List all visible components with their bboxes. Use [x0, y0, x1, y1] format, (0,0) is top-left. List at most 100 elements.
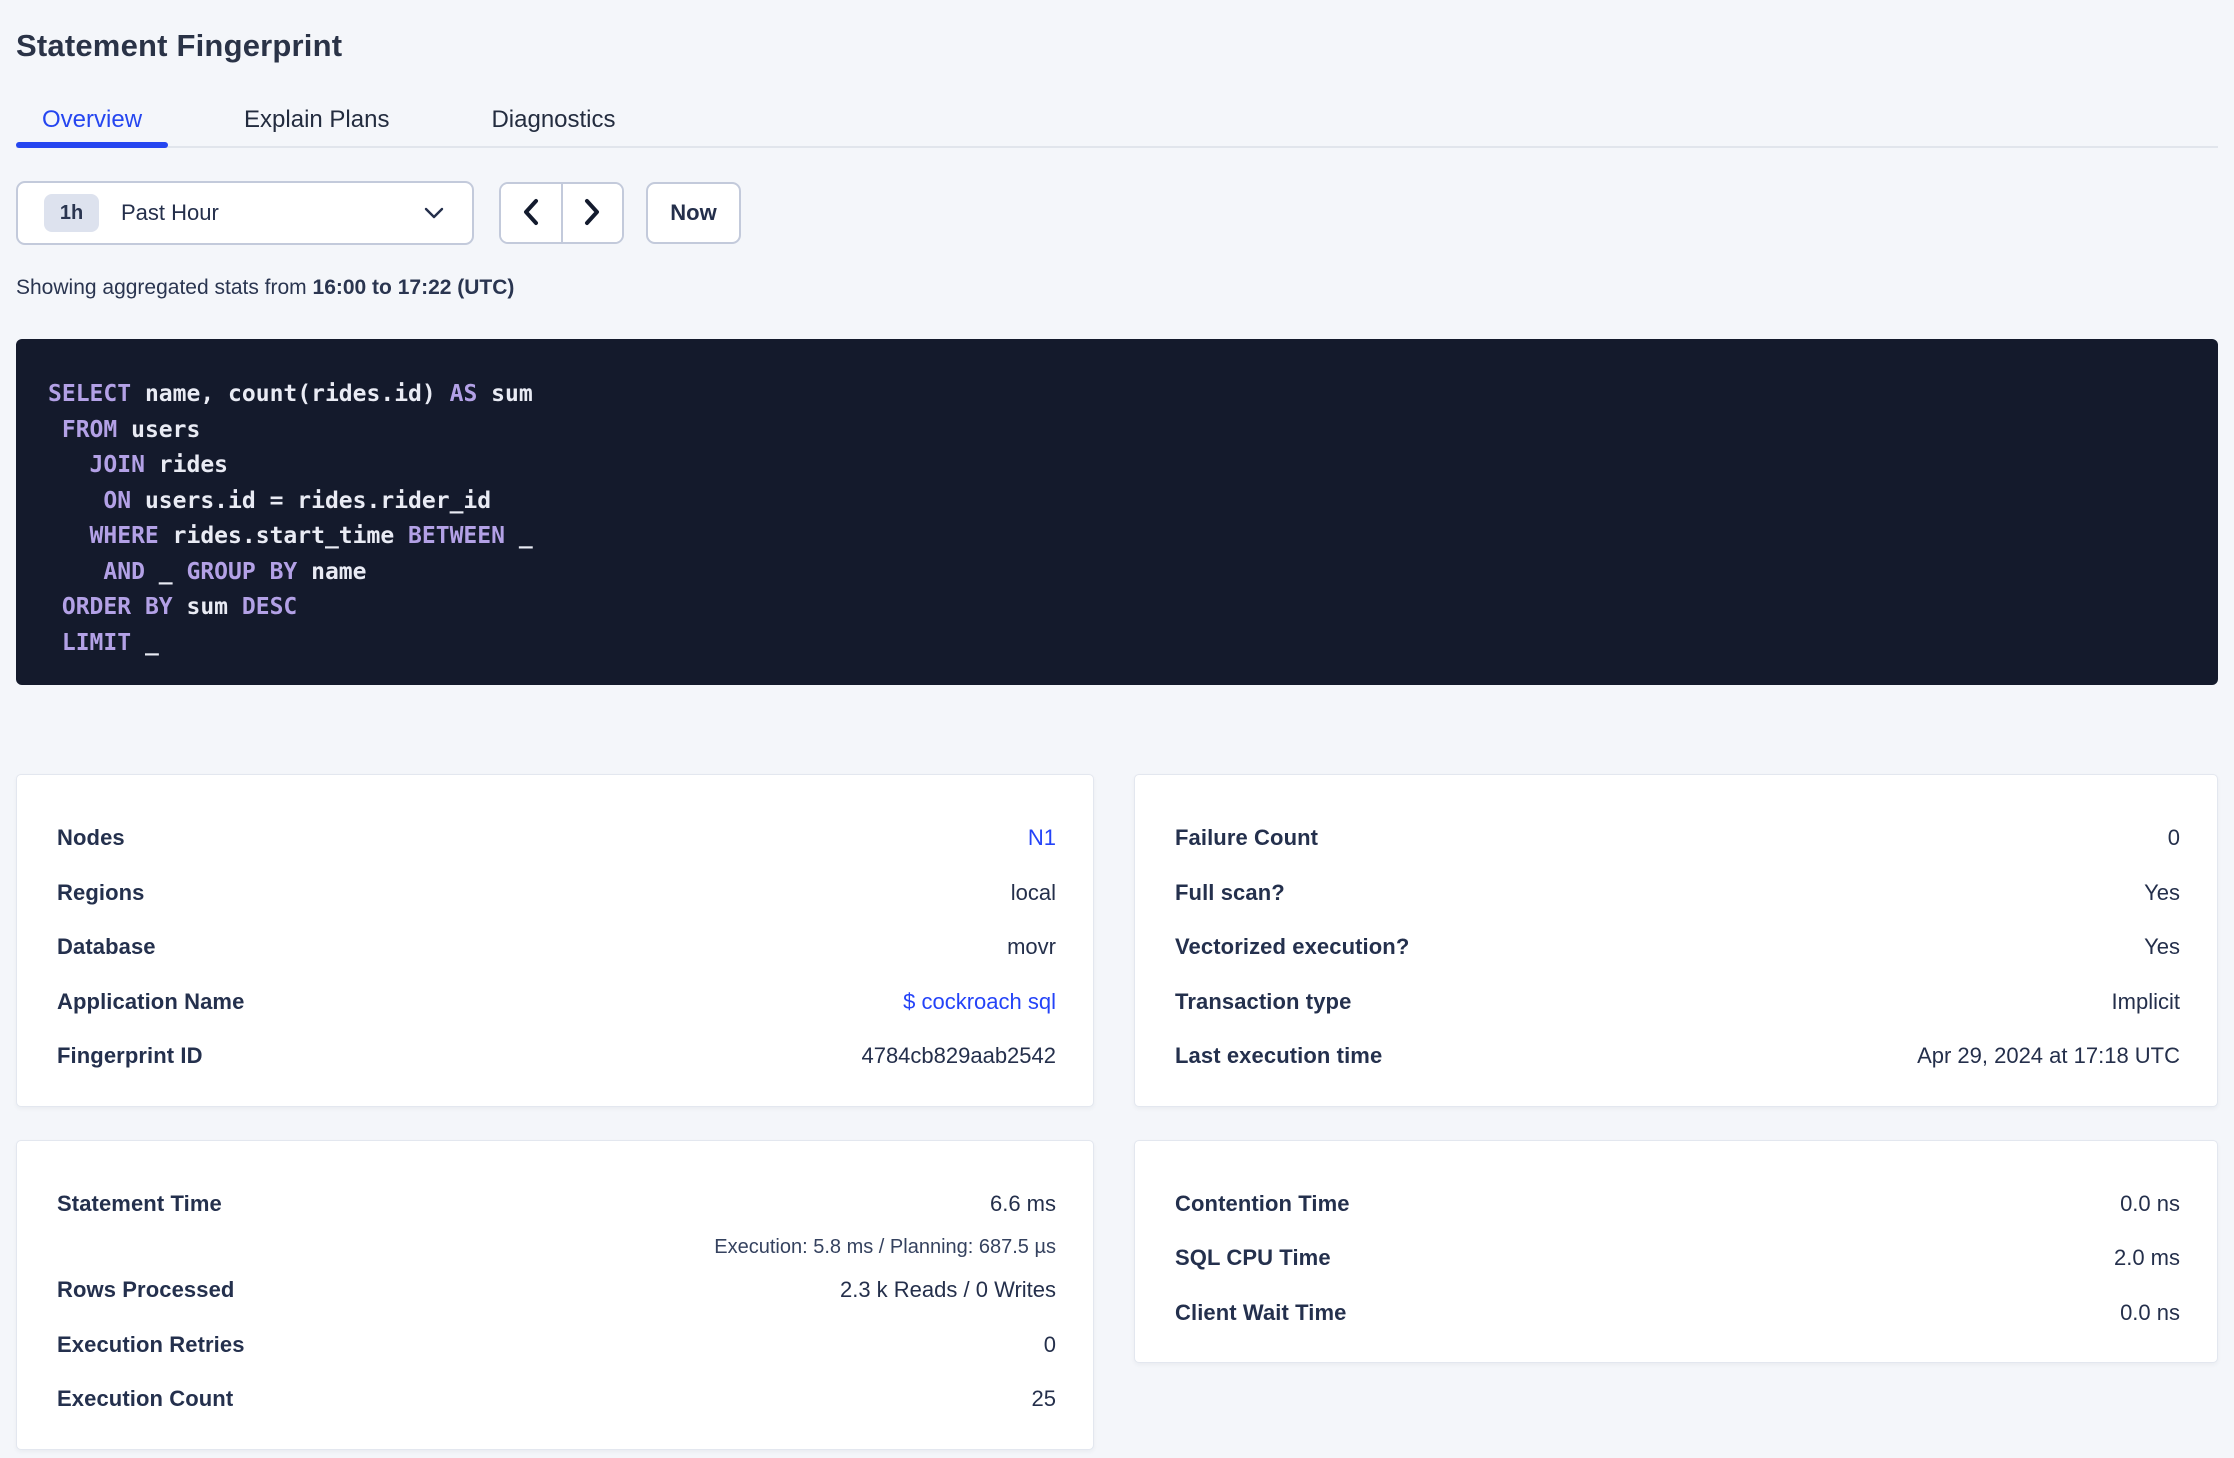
detail-row: Execution Retries 0 — [57, 1318, 1056, 1373]
row-value-group: Yes — [2144, 934, 2180, 960]
row-value: 0.0 ns — [2120, 1190, 2180, 1216]
detail-row: Nodes N1 — [57, 811, 1056, 866]
row-value-group: 2.3 k Reads / 0 Writes — [840, 1277, 1056, 1303]
tab-overview[interactable]: Overview — [16, 100, 169, 148]
statement-details-rows: Nodes N1 Regions local Database movr App… — [57, 811, 1056, 1084]
row-value-group: Apr 29, 2024 at 17:18 UTC — [1917, 1043, 2180, 1069]
row-value-group: $ cockroach sql — [903, 989, 1056, 1015]
row-label: Database — [57, 934, 156, 960]
statement-timing-card: Statement Time 6.6 ms Execution: 5.8 ms … — [16, 1139, 1094, 1450]
row-value: local — [1010, 879, 1056, 905]
row-value: Yes — [2144, 934, 2180, 960]
row-label: Statement Time — [57, 1190, 222, 1216]
sql-statement-text: SELECT name, count(rides.id) AS sum FROM… — [48, 377, 2186, 661]
row-label: Rows Processed — [57, 1277, 235, 1303]
row-label: Application Name — [57, 988, 245, 1014]
detail-row: Failure Count 0 — [1175, 811, 2180, 866]
sql-line: LIMIT _ — [61, 629, 159, 656]
detail-row: Transaction type Implicit — [1175, 975, 2180, 1030]
row-label: Fingerprint ID — [57, 1043, 203, 1069]
row-label: SQL CPU Time — [1175, 1245, 1331, 1271]
row-label: Last execution time — [1175, 1043, 1383, 1069]
row-value: Yes — [2144, 879, 2180, 905]
detail-row: Full scan? Yes — [1175, 866, 2180, 921]
chevron-right-icon — [583, 198, 601, 229]
tab-diagnostics[interactable]: Diagnostics — [465, 100, 641, 148]
statement-details-card: Nodes N1 Regions local Database movr App… — [16, 774, 1094, 1107]
row-value-group: Yes — [2144, 880, 2180, 906]
row-label: Transaction type — [1175, 988, 1352, 1014]
page-title: Statement Fingerprint — [16, 28, 343, 63]
detail-row: Fingerprint ID 4784cb829aab2542 — [57, 1029, 1056, 1084]
sql-line: ON users.id = rides.rider_id — [103, 487, 492, 514]
row-subvalue: Execution: 5.8 ms / Planning: 687.5 µs — [714, 1236, 1056, 1258]
next-time-button[interactable] — [562, 184, 622, 242]
wait-times-card: Contention Time 0.0 ns SQL CPU Time 2.0 … — [1134, 1139, 2218, 1363]
chevron-down-icon — [424, 207, 444, 219]
time-range-picker[interactable]: 1h Past Hour — [16, 181, 474, 245]
row-value-group: 25 — [1032, 1386, 1056, 1412]
time-range-badge: 1h — [44, 194, 99, 232]
row-value[interactable]: $ cockroach sql — [903, 989, 1056, 1015]
execution-attributes-card: Failure Count 0 Full scan? Yes Vectorize… — [1134, 774, 2218, 1107]
prev-time-button[interactable] — [501, 184, 563, 242]
sql-statement-box: SELECT name, count(rides.id) AS sum FROM… — [16, 339, 2218, 685]
row-value: 2.0 ms — [2113, 1245, 2180, 1271]
sql-line: SELECT name, count(rides.id) AS sum — [48, 381, 533, 407]
detail-row: Vectorized execution? Yes — [1175, 920, 2180, 975]
row-label: Vectorized execution? — [1175, 934, 1410, 960]
row-value: 0 — [1043, 1331, 1056, 1357]
time-toolbar: 1h Past Hour Now — [16, 181, 2218, 245]
row-value-group: local — [1011, 880, 1056, 906]
tab-bar: Overview Explain Plans Diagnostics — [16, 100, 2218, 148]
row-label: Execution Count — [57, 1386, 234, 1412]
summary-cards-grid: Nodes N1 Regions local Database movr App… — [16, 774, 2218, 1450]
row-value: 0.0 ns — [2120, 1299, 2180, 1325]
row-label: Contention Time — [1175, 1190, 1350, 1216]
row-label: Full scan? — [1175, 879, 1285, 905]
row-value: 4784cb829aab2542 — [861, 1043, 1056, 1069]
sql-line: ORDER BY sum DESC — [61, 594, 298, 620]
row-label: Failure Count — [1175, 825, 1319, 851]
detail-row: Database movr — [57, 920, 1056, 975]
detail-row: Application Name $ cockroach sql — [57, 975, 1056, 1030]
row-label: Nodes — [57, 825, 125, 851]
statement-timing-rows: Statement Time 6.6 ms Execution: 5.8 ms … — [57, 1177, 1056, 1427]
sql-line: JOIN rides — [89, 452, 229, 478]
time-range-label: Past Hour — [121, 200, 219, 225]
sql-line: WHERE rides.start_time BETWEEN _ — [89, 523, 533, 549]
sql-line: AND _ GROUP BY name — [103, 558, 367, 585]
row-value-group: 0.0 ns — [2120, 1191, 2180, 1217]
detail-row: Execution Count 25 — [57, 1372, 1056, 1427]
row-value-group: 0 — [1044, 1332, 1056, 1358]
detail-row: SQL CPU Time 2.0 ms — [1175, 1231, 2180, 1286]
row-value: 25 — [1031, 1386, 1056, 1412]
chevron-left-icon — [522, 198, 540, 229]
detail-row: Regions local — [57, 866, 1056, 921]
stats-line-range: 16:00 to 17:22 (UTC) — [312, 276, 515, 299]
row-label: Execution Retries — [57, 1331, 245, 1357]
row-value: Apr 29, 2024 at 17:18 UTC — [1917, 1043, 2180, 1069]
row-value-group: 0 — [2168, 825, 2180, 851]
wait-times-rows: Contention Time 0.0 ns SQL CPU Time 2.0 … — [1175, 1177, 2180, 1341]
row-value-group: Implicit — [2112, 989, 2180, 1015]
row-label: Regions — [57, 879, 145, 905]
detail-row: Rows Processed 2.3 k Reads / 0 Writes — [57, 1263, 1056, 1318]
row-value[interactable]: N1 — [1028, 825, 1056, 851]
row-value-group: 6.6 ms Execution: 5.8 ms / Planning: 687… — [714, 1177, 1056, 1264]
tab-explain-plans[interactable]: Explain Plans — [218, 100, 415, 148]
row-value-group: 0.0 ns — [2120, 1300, 2180, 1326]
row-value-group: movr — [1007, 934, 1056, 960]
time-nav-buttons — [499, 182, 624, 244]
row-value: Implicit — [2111, 988, 2180, 1014]
row-value-group: N1 — [1028, 825, 1056, 851]
statement-fingerprint-page: Statement Fingerprint Overview Explain Pl… — [0, 0, 2234, 1458]
stats-line-prefix: Showing aggregated stats from — [16, 276, 313, 299]
row-value: 0 — [2167, 825, 2180, 851]
detail-row: Statement Time 6.6 ms Execution: 5.8 ms … — [57, 1177, 1056, 1264]
row-value: 6.6 ms — [989, 1190, 1056, 1216]
row-value-group: 2.0 ms — [2114, 1245, 2180, 1271]
now-button[interactable]: Now — [646, 182, 741, 244]
row-value: movr — [1007, 934, 1056, 960]
detail-row: Last execution time Apr 29, 2024 at 17:1… — [1175, 1029, 2180, 1084]
